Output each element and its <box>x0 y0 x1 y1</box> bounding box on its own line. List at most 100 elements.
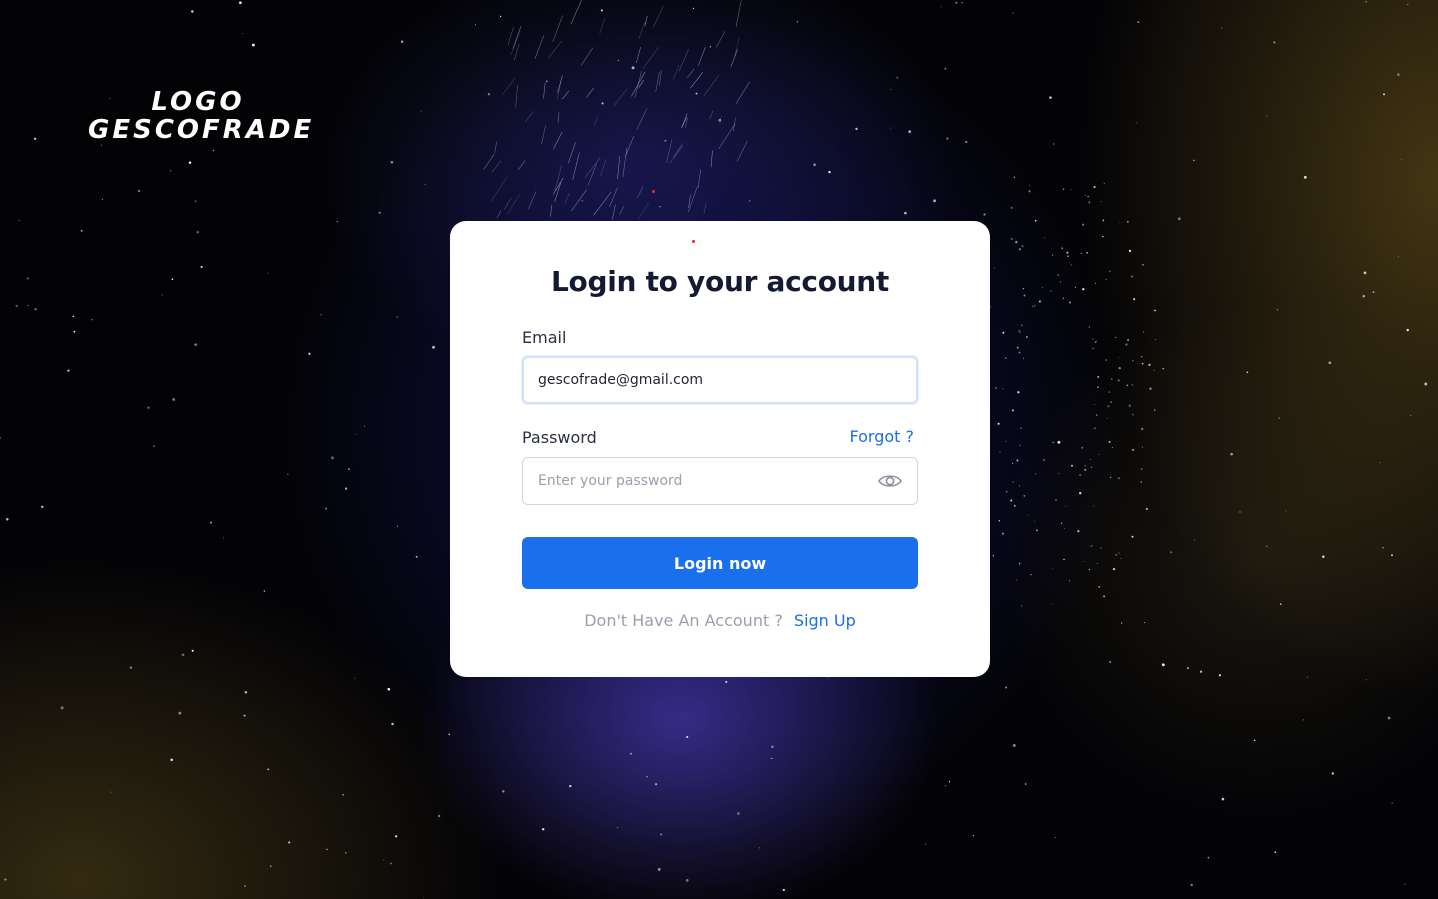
star-streak <box>554 165 562 191</box>
star-streak <box>553 131 563 150</box>
star-dot <box>1109 400 1113 404</box>
star-dot <box>1387 716 1391 720</box>
star-dot <box>474 24 476 26</box>
star-dot <box>1177 217 1181 221</box>
star-dot <box>147 406 150 409</box>
star-streak <box>548 40 563 58</box>
star-dot <box>992 555 995 557</box>
star-dot <box>1105 278 1107 280</box>
star-dot <box>1090 466 1093 469</box>
star-dot <box>1194 539 1196 541</box>
forgot-password-link[interactable]: Forgot ? <box>849 427 914 446</box>
star-dot <box>1070 189 1072 191</box>
star-dot <box>630 752 632 755</box>
star-dot <box>161 294 163 296</box>
star-streak <box>564 193 570 204</box>
star-dot <box>1141 362 1144 365</box>
star-dot <box>1128 249 1132 253</box>
star-dot <box>1005 440 1007 442</box>
password-field[interactable] <box>522 457 918 505</box>
star-streak <box>543 82 546 99</box>
star-dot <box>1111 378 1113 380</box>
star-dot <box>828 170 831 174</box>
star-dot <box>1142 263 1144 266</box>
star-dot <box>946 137 949 140</box>
star-dot <box>1034 305 1036 307</box>
star-dot <box>1127 339 1130 342</box>
brand-logo[interactable]: LOGO GESCOFRADE <box>88 88 311 144</box>
star-dot <box>1058 472 1060 474</box>
star-dot <box>1193 159 1195 162</box>
star-dot <box>1090 459 1092 460</box>
star-dot <box>1012 744 1016 747</box>
star-dot <box>1131 384 1133 386</box>
star-dot <box>1084 464 1086 467</box>
star-dot <box>1013 505 1016 507</box>
signup-link[interactable]: Sign Up <box>794 611 856 630</box>
star-dot <box>1062 188 1065 190</box>
star-dot <box>1070 264 1072 266</box>
star-dot <box>396 525 398 527</box>
star-dot <box>1034 219 1037 222</box>
star-streak <box>584 157 601 179</box>
star-dot <box>1035 473 1036 475</box>
star-streak <box>557 75 563 93</box>
star-streak <box>655 71 660 93</box>
star-dot <box>1125 343 1128 346</box>
login-button[interactable]: Login now <box>522 537 918 589</box>
star-dot <box>1074 286 1077 288</box>
star-dot <box>390 862 392 865</box>
star-dot <box>1108 440 1111 444</box>
star-dot <box>1088 326 1090 328</box>
star-dot <box>400 40 404 44</box>
email-input[interactable] <box>538 358 868 402</box>
star-streak <box>571 189 587 212</box>
star-streak <box>735 81 750 104</box>
star-dot <box>1010 206 1013 209</box>
star-dot <box>378 211 381 215</box>
star-dot <box>1109 660 1112 664</box>
star-dot <box>1118 366 1121 370</box>
star-dot <box>1126 384 1129 387</box>
star-dot <box>1077 529 1080 533</box>
star-dot <box>1050 290 1052 292</box>
star-dot <box>1121 622 1123 624</box>
star-dot <box>194 343 197 346</box>
star-dot <box>601 102 604 105</box>
star-dot <box>1019 444 1021 447</box>
star-dot <box>1302 719 1304 721</box>
star-dot <box>172 397 176 401</box>
star-streak <box>690 72 704 89</box>
star-dot <box>1055 499 1057 501</box>
star-dot <box>1102 219 1105 222</box>
star-dot <box>1119 222 1121 224</box>
star-dot <box>1015 240 1018 244</box>
star-dot <box>1322 555 1325 558</box>
star-dot <box>1053 143 1055 145</box>
star-dot <box>396 316 398 318</box>
star-streak <box>580 47 594 66</box>
star-dot <box>244 885 246 887</box>
star-dot <box>1011 462 1014 465</box>
star-dot <box>1057 440 1061 444</box>
star-dot <box>796 20 799 23</box>
star-streak <box>541 124 546 145</box>
password-input[interactable] <box>538 458 868 504</box>
star-streak <box>572 152 580 180</box>
star-streak <box>637 202 649 220</box>
star-dot <box>999 450 1001 453</box>
star-dot <box>1383 93 1385 96</box>
email-field[interactable] <box>522 356 918 404</box>
star-dot <box>1133 298 1136 301</box>
star-dot <box>1005 357 1007 359</box>
star-streak <box>673 143 683 158</box>
star-dot <box>1094 283 1096 285</box>
eye-icon[interactable] <box>877 470 903 492</box>
star-dot <box>1065 506 1067 507</box>
star-streak <box>709 110 714 120</box>
star-dot <box>331 456 334 460</box>
star-dot <box>1060 522 1063 524</box>
star-dot <box>1081 447 1084 449</box>
star-dot <box>1141 427 1144 431</box>
star-dot <box>1382 546 1384 549</box>
